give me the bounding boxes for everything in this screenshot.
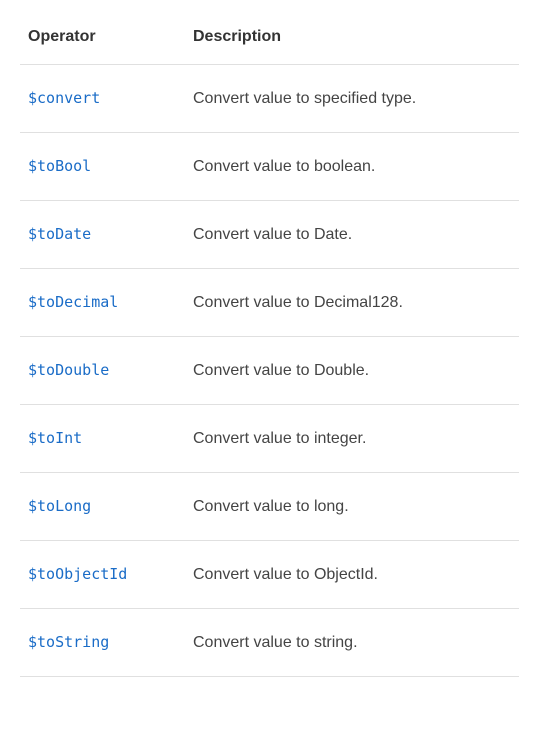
operator-description: Convert value to boolean. [185,133,519,201]
table-row: $convert Convert value to specified type… [20,65,519,133]
table-row: $toInt Convert value to integer. [20,405,519,473]
operator-link[interactable]: $toDouble [28,361,109,379]
operator-description: Convert value to integer. [185,405,519,473]
operator-link[interactable]: $toString [28,633,109,651]
operator-link[interactable]: $toInt [28,429,82,447]
table-row: $toLong Convert value to long. [20,473,519,541]
operator-link[interactable]: $convert [28,89,100,107]
operator-link[interactable]: $toDecimal [28,293,118,311]
operator-description: Convert value to Double. [185,337,519,405]
operator-link[interactable]: $toBool [28,157,91,175]
operator-link[interactable]: $toObjectId [28,565,127,583]
table-row: $toDouble Convert value to Double. [20,337,519,405]
operator-description: Convert value to ObjectId. [185,541,519,609]
table-row: $toDecimal Convert value to Decimal128. [20,269,519,337]
table-row: $toBool Convert value to boolean. [20,133,519,201]
operators-table: Operator Description $convert Convert va… [20,18,519,677]
operator-description: Convert value to long. [185,473,519,541]
operator-description: Convert value to string. [185,609,519,677]
operator-link[interactable]: $toLong [28,497,91,515]
table-row: $toString Convert value to string. [20,609,519,677]
operator-description: Convert value to specified type. [185,65,519,133]
column-header-operator: Operator [20,18,185,65]
table-row: $toObjectId Convert value to ObjectId. [20,541,519,609]
operator-description: Convert value to Date. [185,201,519,269]
operator-link[interactable]: $toDate [28,225,91,243]
operator-description: Convert value to Decimal128. [185,269,519,337]
column-header-description: Description [185,18,519,65]
table-row: $toDate Convert value to Date. [20,201,519,269]
